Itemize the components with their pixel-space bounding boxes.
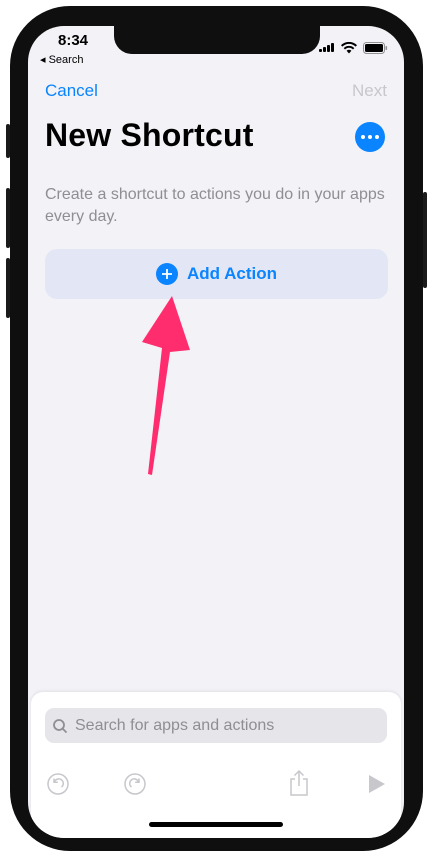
redo-icon[interactable] xyxy=(123,772,147,796)
home-indicator xyxy=(149,822,283,827)
play-icon[interactable] xyxy=(365,773,387,795)
action-search-sheet xyxy=(31,692,401,838)
undo-icon[interactable] xyxy=(46,772,70,796)
volume-up-button xyxy=(6,188,10,248)
volume-down-button xyxy=(6,258,10,318)
search-input[interactable] xyxy=(75,716,375,735)
share-icon[interactable] xyxy=(287,769,311,797)
screen: 8:34 ◂ Search Cancel Next New Shortcut C… xyxy=(28,26,404,838)
power-button xyxy=(423,192,427,288)
search-field[interactable] xyxy=(45,708,387,743)
search-icon xyxy=(53,718,67,733)
mute-switch xyxy=(6,124,10,158)
